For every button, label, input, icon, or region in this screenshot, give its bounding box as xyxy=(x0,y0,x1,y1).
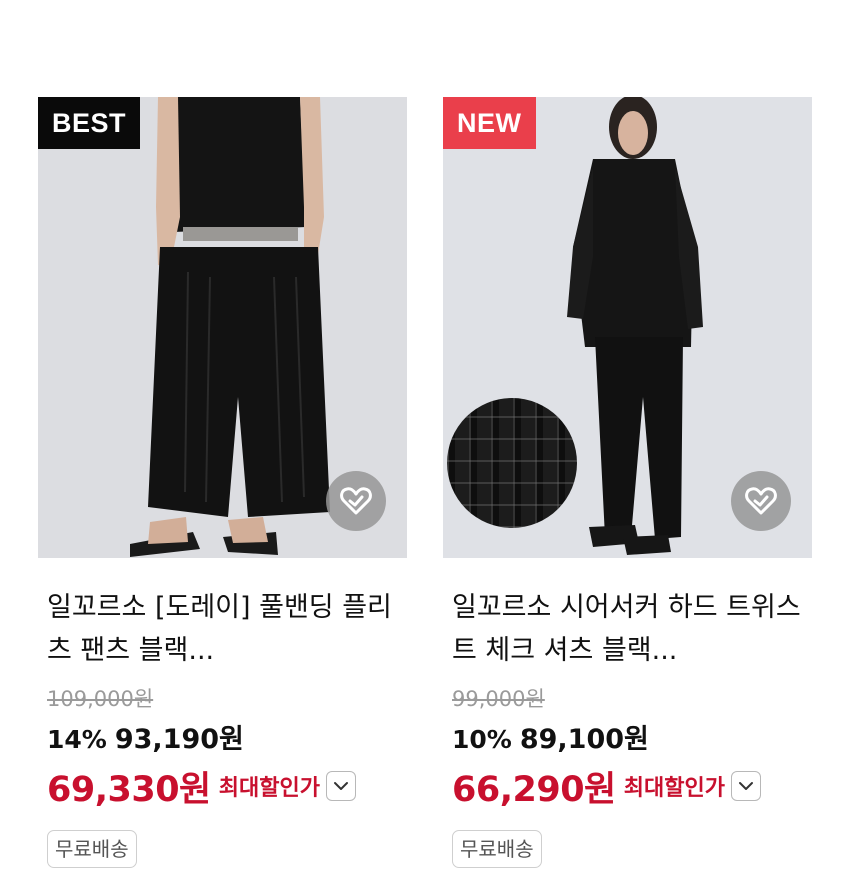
max-discount-row: 66,290원 최대할인가 xyxy=(443,764,812,810)
product-image[interactable]: NEW xyxy=(443,97,812,558)
sale-price: 89,100원 xyxy=(519,724,649,755)
product-name[interactable]: 일꼬르소 [도레이] 풀밴딩 플리츠 팬츠 블랙... xyxy=(38,586,407,672)
sale-price: 93,190원 xyxy=(114,724,244,755)
max-discount-price: 66,290원 xyxy=(452,769,616,810)
free-shipping-tag: 무료배송 xyxy=(452,830,542,868)
chevron-down-icon xyxy=(333,782,348,790)
sale-price-row: 10% 89,100원 xyxy=(443,720,812,760)
badge-best: BEST xyxy=(38,97,141,149)
discount-rate: 10% xyxy=(452,725,512,754)
discount-rate: 14% xyxy=(47,725,107,754)
sale-price-row: 14% 93,190원 xyxy=(38,720,407,760)
original-price: 109,000원 xyxy=(47,687,154,711)
product-card-2[interactable]: NEW 일꼬르소 시어서커 하드 트위스트 체크 셔츠 블랙... 99,000… xyxy=(443,97,812,868)
wishlist-button[interactable] xyxy=(326,471,386,531)
max-discount-row: 69,330원 최대할인가 xyxy=(38,764,407,810)
product-grid: BEST 일꼬르소 [도레이] 풀밴딩 플리츠 팬츠 블랙... 109,000… xyxy=(0,0,850,887)
product-image[interactable]: BEST xyxy=(38,97,407,558)
product-card-1[interactable]: BEST 일꼬르소 [도레이] 풀밴딩 플리츠 팬츠 블랙... 109,000… xyxy=(38,97,407,868)
wishlist-button[interactable] xyxy=(731,471,791,531)
badge-new: NEW xyxy=(443,97,536,149)
max-discount-label: 최대할인가 xyxy=(218,776,320,801)
original-price: 99,000원 xyxy=(452,687,545,711)
max-discount-price: 69,330원 xyxy=(47,769,211,810)
chevron-down-icon xyxy=(738,782,753,790)
heart-check-icon xyxy=(340,487,372,515)
free-shipping-tag: 무료배송 xyxy=(47,830,137,868)
max-discount-label: 최대할인가 xyxy=(623,776,725,801)
product-name[interactable]: 일꼬르소 시어서커 하드 트위스트 체크 셔츠 블랙... xyxy=(443,586,812,672)
max-discount-toggle[interactable] xyxy=(730,771,761,801)
heart-check-icon xyxy=(745,487,777,515)
max-discount-toggle[interactable] xyxy=(325,771,356,801)
fabric-swatch xyxy=(447,398,577,528)
